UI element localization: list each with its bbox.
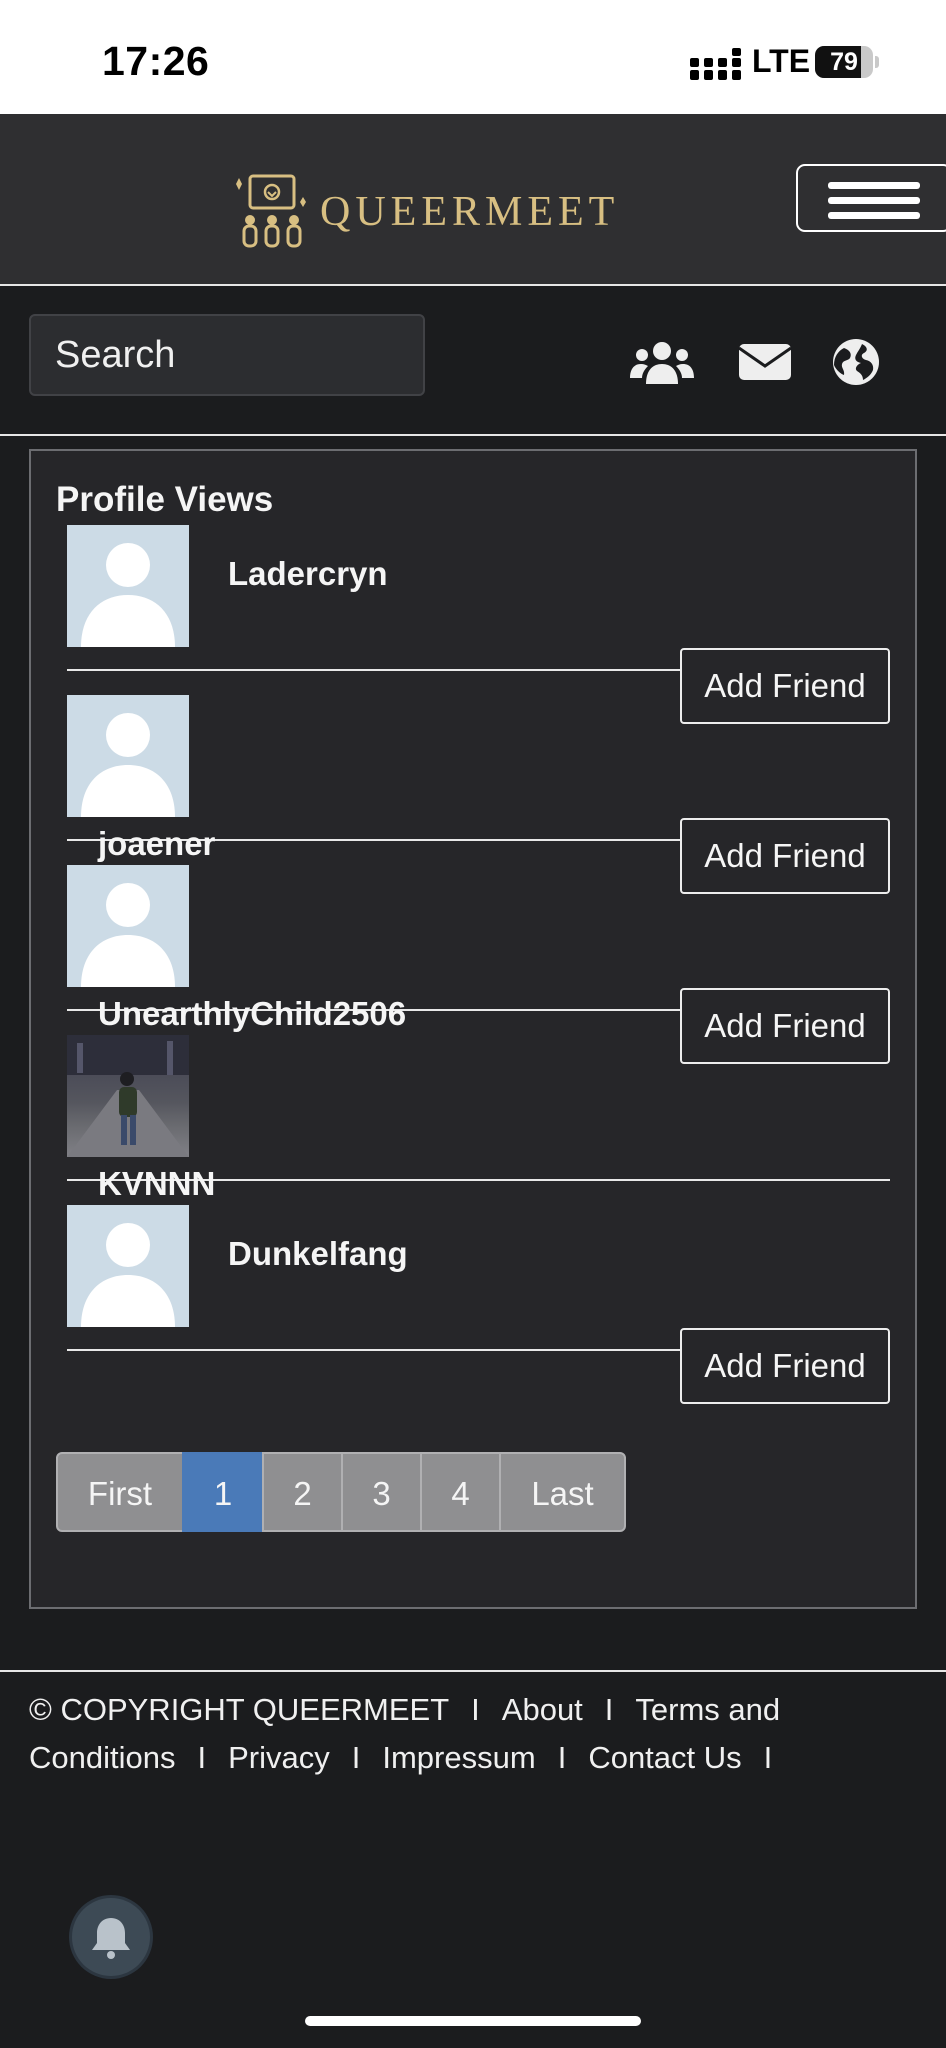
- username[interactable]: Dunkelfang: [228, 1235, 408, 1273]
- avatar[interactable]: [67, 1205, 189, 1327]
- avatar[interactable]: [67, 695, 189, 817]
- page-4-button[interactable]: 4: [420, 1452, 501, 1532]
- add-friend-button[interactable]: Add Friend: [680, 988, 890, 1064]
- default-avatar-icon: [81, 883, 175, 987]
- default-avatar-icon: [81, 713, 175, 817]
- footer-line-1: © COPYRIGHT QUEERMEET I About I Terms and: [29, 1692, 780, 1728]
- page-first-button[interactable]: First: [56, 1452, 184, 1532]
- default-avatar-icon: [81, 1223, 175, 1327]
- site-header: QUEERMEET: [0, 114, 946, 286]
- page-last-button[interactable]: Last: [499, 1452, 626, 1532]
- battery-icon: 79: [815, 46, 879, 78]
- footer-link-terms-cont[interactable]: Conditions: [29, 1740, 175, 1775]
- row-divider: [67, 669, 681, 671]
- status-bar: 17:26 LTE 79: [0, 0, 946, 114]
- battery-percent: 79: [830, 48, 858, 76]
- add-friend-button[interactable]: Add Friend: [680, 1328, 890, 1404]
- footer-link-about[interactable]: About: [502, 1692, 583, 1727]
- username[interactable]: UnearthlyChild2506: [98, 995, 406, 1033]
- notification-bell-button[interactable]: [72, 1898, 150, 1976]
- photo-avatar-icon: [67, 1035, 189, 1157]
- bell-icon: [92, 1918, 130, 1959]
- footer-link-contact[interactable]: Contact Us: [588, 1740, 741, 1775]
- search-input[interactable]: [29, 314, 425, 396]
- footer-separator: I: [471, 1692, 480, 1727]
- logo-mark-icon: [236, 174, 306, 248]
- menu-button[interactable]: [796, 164, 946, 232]
- status-time: 17:26: [102, 38, 210, 84]
- footer-link-privacy[interactable]: Privacy: [228, 1740, 330, 1775]
- footer-line-2: Conditions I Privacy I Impressum I Contact Us I: [29, 1740, 794, 1776]
- copyright-text: © COPYRIGHT QUEERMEET: [29, 1692, 450, 1727]
- envelope-icon[interactable]: [733, 338, 797, 386]
- footer-divider: [0, 1670, 946, 1672]
- home-indicator[interactable]: [305, 2016, 641, 2026]
- avatar[interactable]: [67, 525, 189, 647]
- row-divider: [67, 1349, 681, 1351]
- add-friend-button[interactable]: Add Friend: [680, 818, 890, 894]
- footer-link-terms[interactable]: Terms and: [635, 1692, 780, 1727]
- brand-wordmark: QUEERMEET: [320, 189, 620, 235]
- footer-link-impressum[interactable]: Impressum: [382, 1740, 535, 1775]
- footer-separator: I: [763, 1740, 773, 1775]
- page-1-button[interactable]: 1: [182, 1452, 264, 1532]
- footer-separator: I: [604, 1692, 614, 1727]
- toolbar: [0, 286, 946, 436]
- avatar[interactable]: [67, 865, 189, 987]
- pagination: First 1 2 3 4 Last: [56, 1452, 626, 1532]
- globe-icon[interactable]: [824, 338, 888, 386]
- page-2-button[interactable]: 2: [262, 1452, 343, 1532]
- username[interactable]: Ladercryn: [228, 555, 388, 593]
- footer-separator: I: [351, 1740, 361, 1775]
- users-icon[interactable]: [630, 338, 694, 386]
- hamburger-icon: [828, 182, 920, 189]
- footer-separator: I: [557, 1740, 567, 1775]
- signal-icon: [690, 48, 741, 80]
- username[interactable]: joaener: [98, 825, 215, 863]
- page-3-button[interactable]: 3: [341, 1452, 422, 1532]
- panel-title: Profile Views: [56, 480, 274, 519]
- default-avatar-icon: [81, 543, 175, 647]
- add-friend-button[interactable]: Add Friend: [680, 648, 890, 724]
- username[interactable]: KVNNN: [98, 1165, 215, 1203]
- avatar-photo[interactable]: [67, 1035, 189, 1157]
- footer-separator: I: [197, 1740, 207, 1775]
- network-type: LTE: [752, 43, 811, 79]
